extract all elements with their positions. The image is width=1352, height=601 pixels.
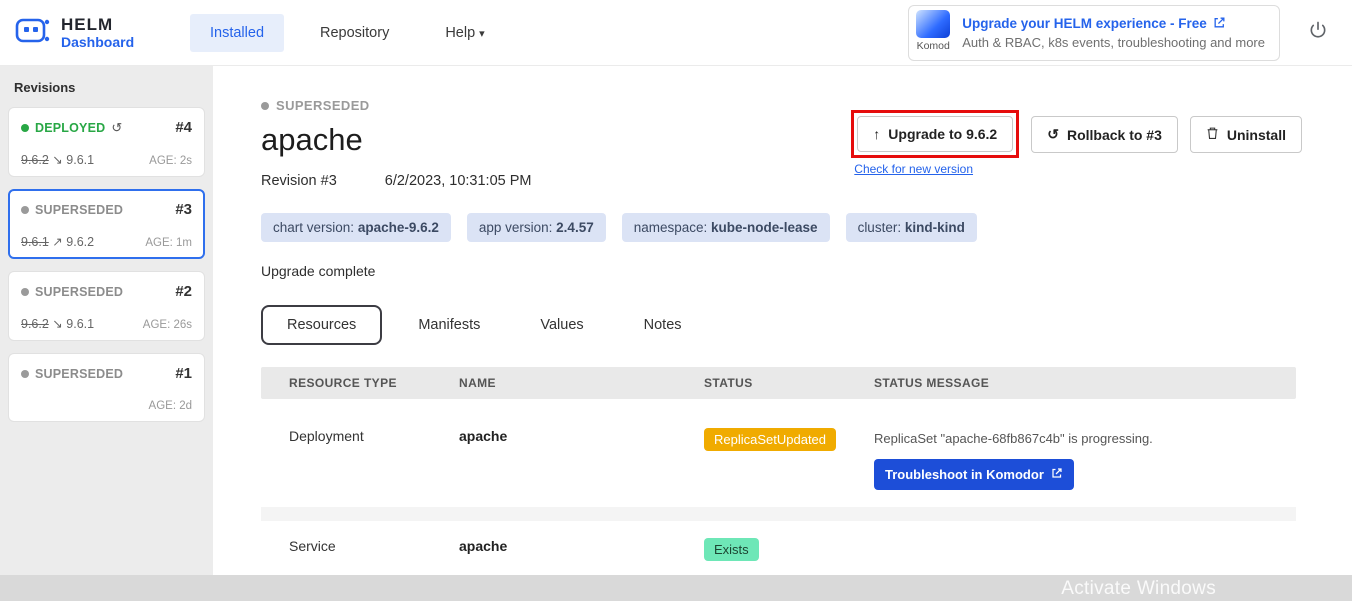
helm-dashboard-logo[interactable]: HELM Dashboard xyxy=(14,13,190,52)
revision-number: #1 xyxy=(175,365,192,382)
revision-label: Revision #3 xyxy=(261,173,337,189)
revision-number: #4 xyxy=(175,119,192,136)
revision-timestamp: 6/2/2023, 10:31:05 PM xyxy=(385,173,532,189)
upgrade-button[interactable]: ↑ Upgrade to 9.6.2 xyxy=(857,116,1013,152)
komodor-logo-image xyxy=(916,10,950,38)
shutdown-button[interactable] xyxy=(1308,20,1328,45)
version-arrow-icon: ↘ xyxy=(52,153,62,167)
revision-status: SUPERSEDED xyxy=(35,367,123,381)
status-dot xyxy=(21,206,29,214)
release-detail-panel: SUPERSEDED apache Revision #3 6/2/2023, … xyxy=(213,66,1352,575)
revision-status: SUPERSEDED xyxy=(35,203,123,217)
nav-help[interactable]: Help▾ xyxy=(425,14,504,52)
promo-subtitle: Auth & RBAC, k8s events, troubleshooting… xyxy=(962,35,1265,50)
detail-tabs: Resources Manifests Values Notes xyxy=(261,305,1300,345)
chart-version-chip: chart version: apache-9.6.2 xyxy=(261,213,451,242)
release-actions: ↑ Upgrade to 9.6.2 Check for new version… xyxy=(851,110,1302,176)
col-name: NAME xyxy=(431,376,676,390)
tab-notes[interactable]: Notes xyxy=(620,307,706,343)
release-description: Upgrade complete xyxy=(261,263,1300,279)
komodor-logo-caption: Komod xyxy=(917,40,950,52)
troubleshoot-komodor-button[interactable]: Troubleshoot in Komodor xyxy=(874,459,1074,490)
main-nav: Installed Repository Help▾ xyxy=(190,14,505,52)
status-message: ReplicaSet "apache-68fb867c4b" is progre… xyxy=(874,428,1234,449)
revision-card-4[interactable]: DEPLOYED ↺ #4 9.6.2 ↘ 9.6.1 AGE: 2s xyxy=(8,107,205,177)
resource-name: apache xyxy=(431,428,676,444)
resource-type: Service xyxy=(261,538,431,554)
resource-type: Deployment xyxy=(261,428,431,444)
top-header: HELM Dashboard Installed Repository Help… xyxy=(0,0,1352,66)
external-link-icon xyxy=(1213,16,1226,32)
version-arrow-icon: ↗ xyxy=(52,235,62,249)
arrow-up-icon: ↑ xyxy=(873,126,880,142)
revision-age: AGE: 1m xyxy=(145,237,192,249)
revisions-sidebar: Revisions DEPLOYED ↺ #4 9.6.2 ↘ 9.6.1 AG… xyxy=(0,66,213,575)
rollback-icon: ↺ xyxy=(1047,126,1059,143)
app-version-chip: app version: 2.4.57 xyxy=(467,213,606,242)
resource-name: apache xyxy=(431,538,676,554)
annotation-highlight-box: ↑ Upgrade to 9.6.2 xyxy=(851,110,1019,158)
revisions-title: Revisions xyxy=(14,80,199,95)
release-metadata-chips: chart version: apache-9.6.2 app version:… xyxy=(261,213,1300,242)
promo-title[interactable]: Upgrade your HELM experience - Free xyxy=(962,16,1207,31)
external-link-icon xyxy=(1051,467,1063,482)
col-resource-type: RESOURCE TYPE xyxy=(261,376,431,390)
tab-values[interactable]: Values xyxy=(516,307,607,343)
revision-number: #3 xyxy=(175,201,192,218)
revision-status: SUPERSEDED xyxy=(35,285,123,299)
tab-resources[interactable]: Resources xyxy=(261,305,382,345)
cluster-chip: cluster: kind-kind xyxy=(846,213,977,242)
helm-logo-icon xyxy=(14,13,52,52)
rollback-button[interactable]: ↺ Rollback to #3 xyxy=(1031,116,1178,153)
caret-down-icon: ▾ xyxy=(479,28,485,40)
activate-windows-watermark: Activate Windows xyxy=(1061,578,1216,600)
revision-age: AGE: 2d xyxy=(149,400,192,412)
tab-manifests[interactable]: Manifests xyxy=(394,307,504,343)
status-badge: Exists xyxy=(704,538,759,561)
status-badge: ReplicaSetUpdated xyxy=(704,428,836,451)
revision-versions: 9.6.1 ↗ 9.6.2 xyxy=(21,234,94,249)
uninstall-button[interactable]: Uninstall xyxy=(1190,116,1302,153)
check-new-version-link[interactable]: Check for new version xyxy=(851,162,1019,176)
revision-age: AGE: 2s xyxy=(149,155,192,167)
power-icon xyxy=(1308,20,1328,45)
revision-card-2[interactable]: SUPERSEDED #2 9.6.2 ↘ 9.6.1 AGE: 26s xyxy=(8,271,205,341)
table-row: Service apache Exists xyxy=(261,521,1296,579)
status-dot xyxy=(21,370,29,378)
revision-versions: 9.6.2 ↘ 9.6.1 xyxy=(21,316,94,331)
nav-installed[interactable]: Installed xyxy=(190,14,284,52)
revision-card-1[interactable]: SUPERSEDED #1 AGE: 2d xyxy=(8,353,205,422)
nav-repository[interactable]: Repository xyxy=(300,14,409,52)
revision-status: DEPLOYED xyxy=(35,121,105,135)
resources-table: RESOURCE TYPE NAME STATUS STATUS MESSAGE… xyxy=(261,367,1296,579)
status-dot xyxy=(21,124,29,132)
logo-title: HELM xyxy=(61,15,134,35)
revision-card-3[interactable]: SUPERSEDED #3 9.6.1 ↗ 9.6.2 AGE: 1m xyxy=(8,189,205,259)
bottom-bar: Activate Windows xyxy=(0,575,1352,601)
revision-versions: 9.6.2 ↘ 9.6.1 xyxy=(21,152,94,167)
table-row: Deployment apache ReplicaSetUpdated Repl… xyxy=(261,411,1296,507)
status-dot xyxy=(261,102,269,110)
row-separator xyxy=(261,507,1296,521)
logo-subtitle: Dashboard xyxy=(61,34,134,50)
version-arrow-icon: ↘ xyxy=(52,317,62,331)
col-status: STATUS xyxy=(676,376,846,390)
trash-icon xyxy=(1206,126,1219,143)
komodor-promo-banner[interactable]: Komod Upgrade your HELM experience - Fre… xyxy=(908,5,1280,61)
komodor-logo: Komod xyxy=(914,10,952,56)
revision-age: AGE: 26s xyxy=(143,319,192,331)
col-status-message: STATUS MESSAGE xyxy=(846,376,1296,390)
namespace-chip: namespace: kube-node-lease xyxy=(622,213,830,242)
table-header-row: RESOURCE TYPE NAME STATUS STATUS MESSAGE xyxy=(261,367,1296,399)
revision-number: #2 xyxy=(175,283,192,300)
history-icon: ↺ xyxy=(111,120,122,136)
status-dot xyxy=(21,288,29,296)
